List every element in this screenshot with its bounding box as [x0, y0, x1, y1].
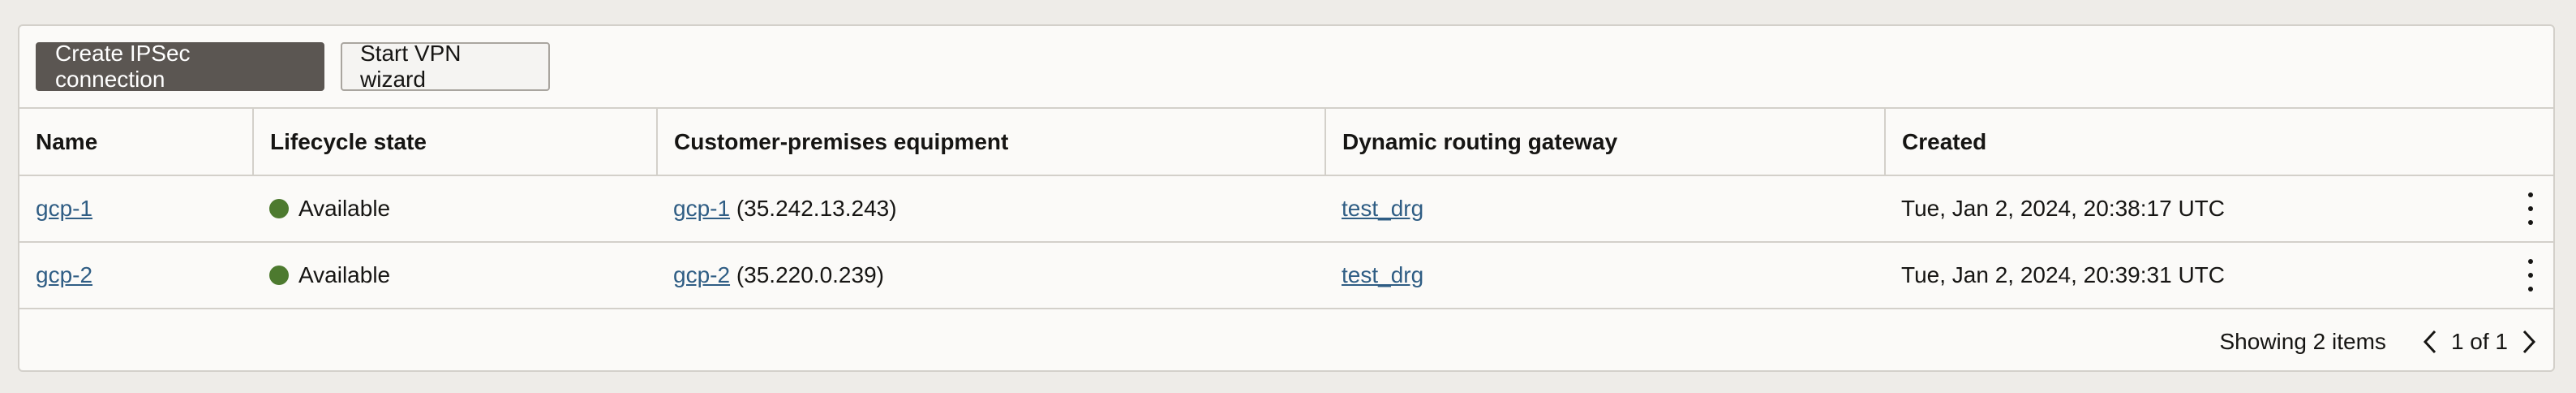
status-available-icon: [269, 265, 289, 285]
table-row: gcp-1 Available gcp-1 (35.242.13.243) te…: [19, 175, 2553, 243]
connection-name-link[interactable]: gcp-2: [36, 262, 92, 287]
ipsec-connections-table: Name Lifecycle state Customer-premises e…: [19, 109, 2553, 309]
status-available-icon: [269, 198, 289, 218]
cell-created: Tue, Jan 2, 2024, 20:38:17 UTC: [1885, 175, 2553, 243]
column-header-created[interactable]: Created: [1885, 109, 2553, 176]
column-header-cpe[interactable]: Customer-premises equipment: [657, 109, 1326, 176]
cpe-link[interactable]: gcp-2: [673, 262, 730, 287]
cell-name: gcp-2: [19, 242, 253, 309]
showing-items-text: Showing 2 items: [2219, 329, 2386, 354]
chevron-left-icon[interactable]: [2415, 326, 2445, 358]
create-ipsec-connection-button[interactable]: Create IPSec connection: [36, 41, 324, 92]
more-actions-icon[interactable]: [2521, 259, 2540, 292]
column-header-drg[interactable]: Dynamic routing gateway: [1325, 109, 1886, 176]
connection-name-link[interactable]: gcp-1: [36, 196, 92, 221]
lifecycle-state-text: Available: [298, 262, 391, 287]
cpe-ip-text: (35.242.13.243): [730, 196, 897, 221]
cell-cpe: gcp-1 (35.242.13.243): [657, 175, 1325, 243]
column-header-lifecycle-state[interactable]: Lifecycle state: [253, 109, 658, 176]
pagination-footer: Showing 2 items 1 of 1: [19, 309, 2553, 370]
ipsec-connections-panel: Create IPSec connection Start VPN wizard…: [18, 24, 2555, 372]
created-text: Tue, Jan 2, 2024, 20:38:17 UTC: [1901, 196, 2225, 221]
cell-cpe: gcp-2 (35.220.0.239): [657, 242, 1325, 309]
chevron-right-icon[interactable]: [2514, 326, 2544, 358]
start-vpn-wizard-button[interactable]: Start VPN wizard: [341, 41, 550, 92]
cell-lifecycle-state: Available: [253, 242, 657, 309]
created-text: Tue, Jan 2, 2024, 20:39:31 UTC: [1901, 262, 2225, 287]
toolbar: Create IPSec connection Start VPN wizard: [19, 26, 2553, 109]
cell-drg: test_drg: [1325, 242, 1885, 309]
cpe-ip-text: (35.220.0.239): [730, 262, 884, 287]
cell-created: Tue, Jan 2, 2024, 20:39:31 UTC: [1885, 242, 2553, 309]
table-header-row: Name Lifecycle state Customer-premises e…: [19, 109, 2553, 176]
column-header-name[interactable]: Name: [19, 109, 254, 176]
cpe-link[interactable]: gcp-1: [673, 196, 730, 221]
drg-link[interactable]: test_drg: [1342, 196, 1423, 221]
cell-name: gcp-1: [19, 175, 253, 243]
lifecycle-state-text: Available: [298, 196, 391, 221]
table-row: gcp-2 Available gcp-2 (35.220.0.239) tes…: [19, 242, 2553, 309]
cell-drg: test_drg: [1325, 175, 1885, 243]
page-indicator: 1 of 1: [2450, 329, 2508, 354]
cell-lifecycle-state: Available: [253, 175, 657, 243]
drg-link[interactable]: test_drg: [1342, 262, 1423, 287]
more-actions-icon[interactable]: [2521, 192, 2540, 225]
